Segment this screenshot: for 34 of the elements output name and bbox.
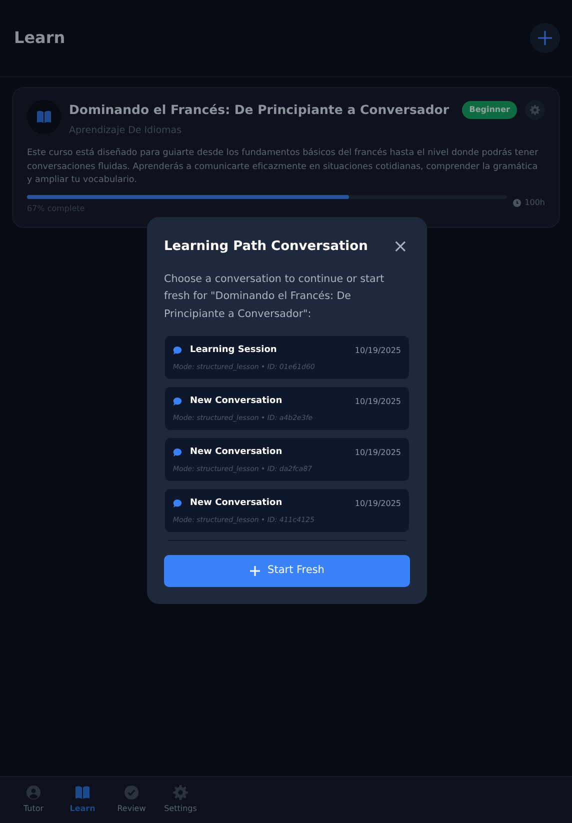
conversation-date: 10/19/2025 (354, 446, 401, 459)
chat-bubble-icon (173, 448, 182, 458)
conversation-date: 10/19/2025 (354, 344, 401, 357)
settings-icon (173, 785, 188, 800)
settings-button[interactable] (525, 100, 545, 120)
close-button[interactable]: × (390, 238, 410, 256)
dialog-message: Choose a conversation to continue or start fresh for "Dominando el Francés: De Principiante a Conversador": (164, 272, 386, 322)
conversation-title: New Conversation (190, 497, 282, 510)
course-duration: 100h (524, 196, 545, 209)
course-description: Este curso está diseñado para guiarte desde los fundamentos básicos del francés hasta el nivel donde podrás tener conversaciones fluidas. Aprenderás a comunicarte eficazmente en situaciones cotidianas, comprender la gramática y ampliar tu vocabulario. (27, 147, 540, 188)
plus-icon (537, 30, 553, 46)
conversation-title: New Conversation (190, 446, 282, 459)
dialog-title: Learning Path Conversation (164, 238, 368, 256)
check-icon (124, 785, 139, 800)
page-title: Learn (14, 27, 66, 49)
conversation-date: 10/19/2025 (354, 396, 401, 408)
chat-bubble-icon (173, 346, 182, 356)
conversation-date: 10/19/2025 (354, 498, 401, 510)
person-icon (26, 785, 41, 800)
course-title: Dominando el Francés: De Principiante a Conversador (69, 101, 450, 119)
chat-bubble-icon (173, 499, 182, 508)
book-icon (27, 100, 61, 134)
course-category: Aprendizaje De Idiomas (69, 124, 183, 138)
clock-icon (512, 198, 521, 207)
chat-bubble-icon (173, 397, 182, 406)
conversation-title: New Conversation (190, 395, 282, 408)
add-button[interactable] (530, 23, 560, 53)
plus-icon (250, 566, 260, 576)
book-icon (75, 785, 90, 800)
settings-icon (530, 105, 540, 115)
conversation-title: Learning Session (190, 344, 277, 357)
start-fresh-button[interactable]: Start Fresh (164, 555, 410, 587)
level-tag: Beginner (462, 101, 517, 119)
course-card[interactable] (12, 87, 560, 228)
